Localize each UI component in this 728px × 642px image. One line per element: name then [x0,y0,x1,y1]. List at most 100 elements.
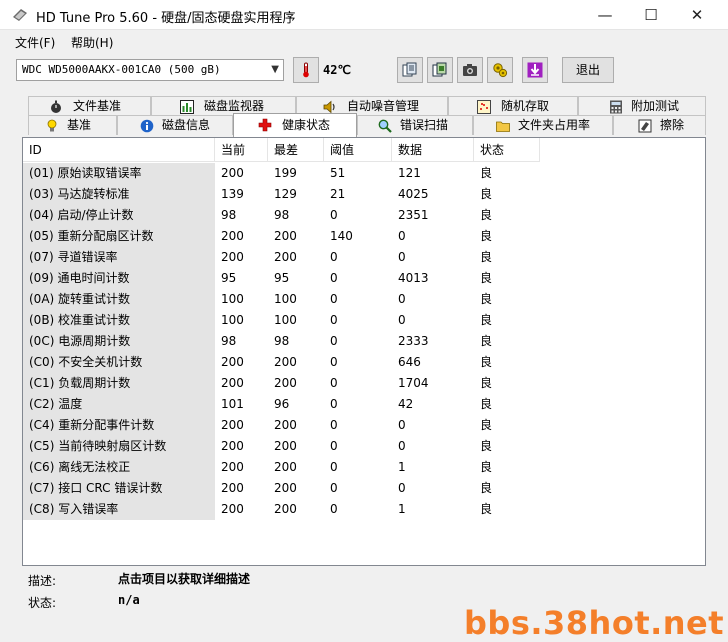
current-value: 200 [221,166,244,180]
threshold-value: 0 [330,334,338,348]
worst-value: 199 [274,166,297,180]
table-row[interactable]: (01) 原始读取错误率 200 199 51 121 良 [23,163,543,184]
status-value: 良 [480,418,493,432]
table-row[interactable]: (C0) 不安全关机计数 200 200 0 646 良 [23,352,543,373]
copy-text-button[interactable] [397,57,423,83]
copy-screen-button[interactable] [427,57,453,83]
current-value: 200 [221,439,244,453]
current-value: 100 [221,292,244,306]
table-row[interactable]: (0C) 电源周期计数 98 98 0 2333 良 [23,331,543,352]
site-watermark: bbs.38hot.net [464,604,725,642]
raw-data-value: 42 [398,397,414,411]
status-value: 良 [480,187,493,201]
table-row[interactable]: (C1) 负载周期计数 200 200 0 1704 良 [23,373,543,394]
window-title: HD Tune Pro 5.60 - 硬盘/固态硬盘实用程序 [36,11,296,26]
minimize-button[interactable]: — [582,0,628,30]
raw-data-value: 646 [398,355,421,369]
column-header-data[interactable]: 数据 [392,138,474,162]
exit-button[interactable]: 退出 [562,57,614,83]
column-header-threshold[interactable]: 阈值 [324,138,392,162]
attribute-name: (0C) 电源周期计数 [23,331,215,352]
tab-random-access[interactable]: 随机存取 [448,96,578,116]
worst-value: 96 [274,397,290,411]
table-row[interactable]: (C8) 写入错误率 200 200 0 1 良 [23,499,543,520]
worst-value: 200 [274,460,297,474]
tab-health[interactable]: 健康状态 [233,113,357,137]
tab-label: 自动噪音管理 [347,99,420,113]
table-row[interactable]: (09) 通电时间计数 95 95 0 4013 良 [23,268,543,289]
table-row[interactable]: (C2) 温度 101 96 0 42 良 [23,394,543,415]
status-value: 良 [480,481,493,495]
raw-data-value: 0 [398,418,406,432]
status-value: 良 [480,397,493,411]
save-icon [527,62,543,78]
tab-benchmark[interactable]: 基准 [28,115,117,135]
tab-file-benchmark[interactable]: 文件基准 [28,96,151,116]
threshold-value: 0 [330,397,338,411]
table-row[interactable]: (03) 马达旋转标准 139 129 21 4025 良 [23,184,543,205]
current-value: 200 [221,250,244,264]
description-label: 描述: [28,574,57,588]
options-button[interactable] [487,57,513,83]
current-value: 200 [221,460,244,474]
tab-label: 擦除 [660,118,685,132]
eraser-icon [638,119,652,133]
table-row[interactable]: (04) 启动/停止计数 98 98 0 2351 良 [23,205,543,226]
raw-data-value: 4013 [398,271,429,285]
red-cross-icon [258,118,272,132]
copy-screen-icon [432,62,447,77]
threshold-value: 0 [330,271,338,285]
table-row[interactable]: (0B) 校准重试计数 100 100 0 0 良 [23,310,543,331]
screenshot-button[interactable] [457,57,483,83]
status-value: 良 [480,439,493,453]
lightbulb-icon [47,119,57,132]
raw-data-value: 0 [398,481,406,495]
column-header-id[interactable]: ID [23,138,215,162]
drive-select[interactable]: WDC WD5000AAKX-001CA0 (500 gB) ▼ [16,59,284,81]
table-row[interactable]: (C6) 离线无法校正 200 200 0 1 良 [23,457,543,478]
table-row[interactable]: (C4) 重新分配事件计数 200 200 0 0 良 [23,415,543,436]
menu-bar: 文件(F) 帮助(H) [0,30,728,52]
status-value: 良 [480,229,493,243]
tab-disk-info[interactable]: 磁盘信息 [117,115,233,135]
tab-label: 文件夹占用率 [518,118,591,132]
table-row[interactable]: (05) 重新分配扇区计数 200 200 140 0 良 [23,226,543,247]
menu-help[interactable]: 帮助(H) [71,34,113,51]
raw-data-value: 2351 [398,208,429,222]
status-value: 良 [480,355,493,369]
attribute-name: (07) 寻道错误率 [23,247,215,268]
folder-icon [496,121,510,132]
table-row[interactable]: (07) 寻道错误率 200 200 0 0 良 [23,247,543,268]
temperature-button[interactable] [293,57,319,83]
status-value: 良 [480,292,493,306]
raw-data-value: 0 [398,439,406,453]
threshold-value: 0 [330,460,338,474]
status-value: 良 [480,208,493,222]
tab-label: 健康状态 [282,118,331,132]
attribute-name: (C8) 写入错误率 [23,499,215,520]
status-label: 状态: [28,596,57,610]
worst-value: 95 [274,271,290,285]
save-button[interactable] [522,57,548,83]
tab-folder-usage[interactable]: 文件夹占用率 [473,115,613,135]
table-row[interactable]: (C7) 接口 CRC 错误计数 200 200 0 0 良 [23,478,543,499]
worst-value: 129 [274,187,297,201]
scatter-grid-icon [477,100,491,114]
tab-extra-tests[interactable]: 附加测试 [578,96,706,116]
tab-erase[interactable]: 擦除 [613,115,706,135]
status-value: 良 [480,460,493,474]
tab-error-scan[interactable]: 错误扫描 [357,115,473,135]
close-button[interactable]: ✕ [674,0,720,30]
current-value: 200 [221,418,244,432]
table-row[interactable]: (C5) 当前待映射扇区计数 200 200 0 0 良 [23,436,543,457]
column-header-worst[interactable]: 最差 [268,138,324,162]
menu-file[interactable]: 文件(F) [15,34,55,51]
table-row[interactable]: (0A) 旋转重试计数 100 100 0 0 良 [23,289,543,310]
maximize-button[interactable]: ☐ [628,0,674,30]
column-header-status[interactable]: 状态 [474,138,540,162]
column-header-current[interactable]: 当前 [215,138,268,162]
copy-text-icon [402,62,417,77]
threshold-value: 21 [330,187,346,201]
raw-data-value: 2333 [398,334,429,348]
threshold-value: 0 [330,292,338,306]
